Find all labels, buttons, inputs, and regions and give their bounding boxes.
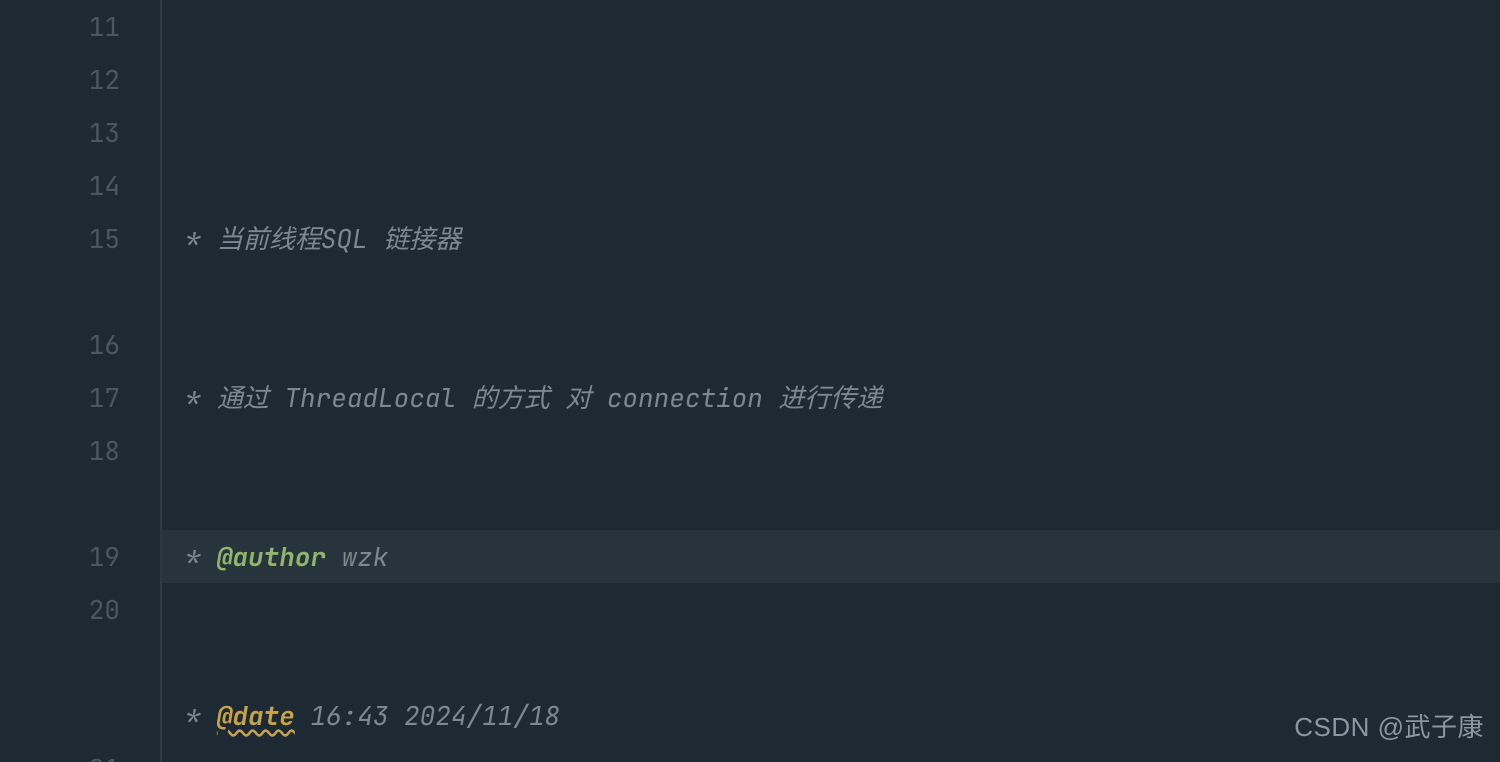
code-area[interactable]: * 当前线程SQL 链接器 * 通过 ThreadLocal 的方式 对 con… bbox=[162, 0, 1500, 762]
code-line[interactable]: * @date 16:43 2024/11/18 bbox=[162, 689, 1500, 742]
line-number: 18 bbox=[0, 424, 120, 477]
code-editor[interactable]: 11 12 13 14 15 16 17 18 19 20 21 * 当前线程S… bbox=[0, 0, 1500, 762]
line-number: 12 bbox=[0, 53, 120, 106]
javadoc-tag-date: @date bbox=[217, 689, 295, 742]
comment-text: wzk bbox=[326, 530, 388, 583]
javadoc-tag-author: @author bbox=[217, 530, 326, 583]
comment-star: * bbox=[170, 530, 217, 583]
code-line[interactable]: * 通过 ThreadLocal 的方式 对 connection 进行传递 bbox=[162, 371, 1500, 424]
line-number: 13 bbox=[0, 106, 120, 159]
line-number: 14 bbox=[0, 159, 120, 212]
code-line[interactable]: * 当前线程SQL 链接器 bbox=[162, 212, 1500, 265]
comment-text: 16:43 2024/11/18 bbox=[295, 689, 560, 742]
line-number-gutter: 11 12 13 14 15 16 17 18 19 20 21 bbox=[0, 0, 160, 762]
line-number: 16 bbox=[0, 318, 120, 371]
comment-text: 当前线程SQL 链接器 bbox=[217, 212, 461, 265]
comment-star: * bbox=[170, 371, 217, 424]
gutter-spacer bbox=[0, 636, 120, 689]
line-number: 17 bbox=[0, 371, 120, 424]
line-number: 21 bbox=[0, 742, 120, 762]
line-number: 19 bbox=[0, 530, 120, 583]
comment-text: 通过 ThreadLocal 的方式 对 connection 进行传递 bbox=[217, 371, 883, 424]
comment-star: * bbox=[170, 212, 217, 265]
comment-star: * bbox=[170, 689, 217, 742]
code-line[interactable]: * @author wzk bbox=[162, 530, 1500, 583]
line-number: 15 bbox=[0, 212, 120, 265]
line-number: 20 bbox=[0, 583, 120, 636]
gutter-spacer bbox=[0, 689, 120, 742]
gutter-spacer bbox=[0, 265, 120, 318]
gutter-spacer bbox=[0, 477, 120, 530]
line-number: 11 bbox=[0, 0, 120, 53]
